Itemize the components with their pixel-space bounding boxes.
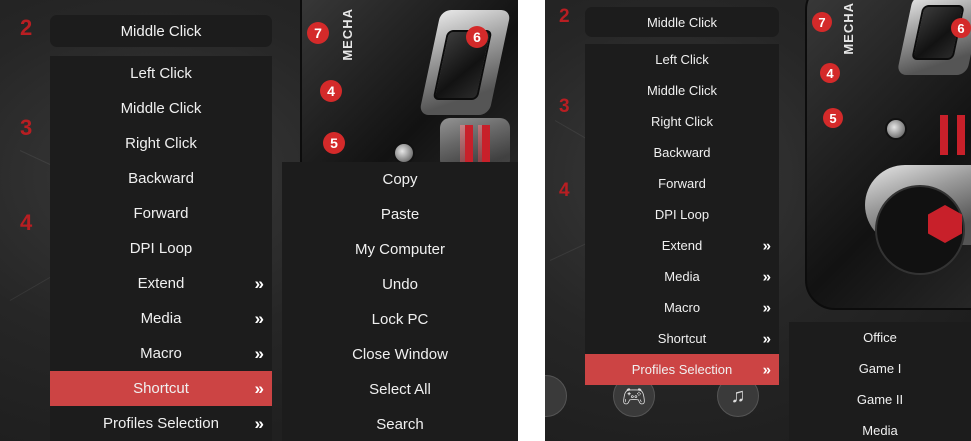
mouse-red-stripe (465, 125, 473, 165)
submenu-item-close-window[interactable]: Close Window (282, 337, 518, 372)
menu-item-media[interactable]: Media » (50, 301, 272, 336)
badge-6: 6 (951, 18, 971, 38)
menu-item-shortcut[interactable]: Shortcut » (585, 323, 779, 354)
selected-action-button[interactable]: Middle Click (50, 15, 272, 47)
menu-item-label: Media (140, 310, 182, 327)
chevron-double-right-icon: » (254, 378, 264, 398)
menu-item-backward[interactable]: Backward (585, 137, 779, 168)
profiles-submenu: Office Game I Game II Media (789, 322, 971, 441)
menu-item-left-click[interactable]: Left Click (585, 44, 779, 75)
submenu-item-select-all[interactable]: Select All (282, 372, 518, 407)
menu-item-label: Profiles Selection (631, 362, 733, 377)
badge-5: 5 (323, 132, 345, 154)
menu-item-label: Middle Click (646, 83, 718, 98)
menu-item-label: Backward (128, 170, 194, 187)
menu-item-label: Middle Click (120, 100, 202, 117)
submenu-item-paste[interactable]: Paste (282, 197, 518, 232)
gamepad-icon: 🎮︎ (621, 385, 647, 408)
menu-item-label: Forward (658, 176, 706, 191)
badge-4: 4 (320, 80, 342, 102)
badge-6: 6 (466, 26, 488, 48)
menu-item-label: Shortcut (133, 380, 189, 397)
submenu-item-copy[interactable]: Copy (282, 162, 518, 197)
chevron-double-right-icon: » (762, 268, 771, 285)
menu-item-label: Media (664, 269, 700, 284)
submenu-item-office[interactable]: Office (789, 322, 971, 353)
submenu-item-media[interactable]: Media (789, 415, 971, 441)
menu-item-extend[interactable]: Extend » (50, 266, 272, 301)
submenu-item-game-2[interactable]: Game II (789, 384, 971, 415)
round-button[interactable] (545, 375, 567, 417)
section-number: 3 (20, 115, 33, 140)
badge-7: 7 (812, 12, 832, 32)
section-number: 2 (20, 15, 33, 40)
chevron-double-right-icon: » (762, 299, 771, 316)
menu-item-label: Shortcut (657, 331, 707, 346)
menu-item-label: Macro (663, 300, 701, 315)
mouse-red-stripe (940, 115, 948, 155)
menu-item-left-click[interactable]: Left Click (50, 56, 272, 91)
menu-item-label: Backward (653, 145, 711, 160)
menu-item-right-click[interactable]: Right Click (50, 126, 272, 161)
chevron-double-right-icon: » (762, 330, 771, 347)
menu-item-forward[interactable]: Forward (585, 168, 779, 199)
mouse-red-stripe (482, 125, 490, 165)
section-number: 3 (559, 96, 570, 117)
menu-item-label: Left Click (130, 65, 192, 82)
selected-action-button[interactable]: Middle Click (585, 7, 779, 37)
scroll-wheel (393, 142, 415, 164)
chevron-double-right-icon: » (254, 308, 264, 328)
menu-item-label: Extend (137, 275, 185, 292)
menu-item-profiles-selection[interactable]: Profiles Selection » (585, 354, 779, 385)
section-number: 4 (20, 210, 33, 235)
scroll-wheel (885, 118, 907, 140)
menu-item-right-click[interactable]: Right Click (585, 106, 779, 137)
brand-text: MECHA (340, 8, 355, 61)
shortcut-submenu: Copy Paste My Computer Undo Lock PC Clos… (282, 162, 518, 441)
badge-4: 4 (820, 63, 840, 83)
menu-item-macro[interactable]: Macro » (50, 336, 272, 371)
menu-item-macro[interactable]: Macro » (585, 292, 779, 323)
music-icon: ♫ (730, 384, 746, 407)
badge-5: 5 (823, 108, 843, 128)
section-number: 2 (559, 6, 570, 27)
menu-item-label: Left Click (655, 52, 709, 67)
submenu-item-my-computer[interactable]: My Computer (282, 232, 518, 267)
menu-item-backward[interactable]: Backward (50, 161, 272, 196)
menu-item-profiles-selection[interactable]: Profiles Selection » (50, 406, 272, 441)
chevron-double-right-icon: » (762, 237, 771, 254)
mouse-red-stripe (957, 115, 965, 155)
brand-text: MECHA (841, 2, 856, 55)
menu-item-label: Extend (661, 238, 703, 253)
menu-item-label: Right Click (125, 135, 197, 152)
menu-item-label: DPI Loop (654, 207, 710, 222)
menu-item-label: Forward (133, 205, 189, 222)
menu-item-media[interactable]: Media » (585, 261, 779, 292)
menu-item-forward[interactable]: Forward (50, 196, 272, 231)
submenu-item-lock-pc[interactable]: Lock PC (282, 302, 518, 337)
menu-item-middle-click[interactable]: Middle Click (50, 91, 272, 126)
submenu-item-game-1[interactable]: Game I (789, 353, 971, 384)
badge-7: 7 (307, 22, 329, 44)
chevron-double-right-icon: » (254, 413, 264, 433)
section-number: 4 (559, 180, 570, 201)
menu-item-shortcut[interactable]: Shortcut » (50, 371, 272, 406)
menu-item-label: Right Click (650, 114, 714, 129)
menu-item-dpi-loop[interactable]: DPI Loop (50, 231, 272, 266)
right-screenshot-panel: MECHA 7 4 5 6 2 3 4 🎮︎ ♫ Middle Click Le… (545, 0, 971, 441)
menu-item-label: Profiles Selection (103, 415, 219, 432)
action-menu: Left Click Middle Click Right Click Back… (585, 44, 779, 385)
submenu-item-search[interactable]: Search (282, 407, 518, 441)
action-menu: Left Click Middle Click Right Click Back… (50, 56, 272, 441)
chevron-double-right-icon: » (762, 361, 771, 378)
menu-item-extend[interactable]: Extend » (585, 230, 779, 261)
menu-item-label: Macro (140, 345, 182, 362)
menu-item-label: DPI Loop (129, 240, 193, 257)
menu-item-dpi-loop[interactable]: DPI Loop (585, 199, 779, 230)
menu-item-middle-click[interactable]: Middle Click (585, 75, 779, 106)
left-screenshot-panel: MECHA 7 4 5 6 2 3 4 Middle Click Left Cl… (0, 0, 518, 441)
submenu-item-undo[interactable]: Undo (282, 267, 518, 302)
chevron-double-right-icon: » (254, 343, 264, 363)
chevron-double-right-icon: » (254, 273, 264, 293)
